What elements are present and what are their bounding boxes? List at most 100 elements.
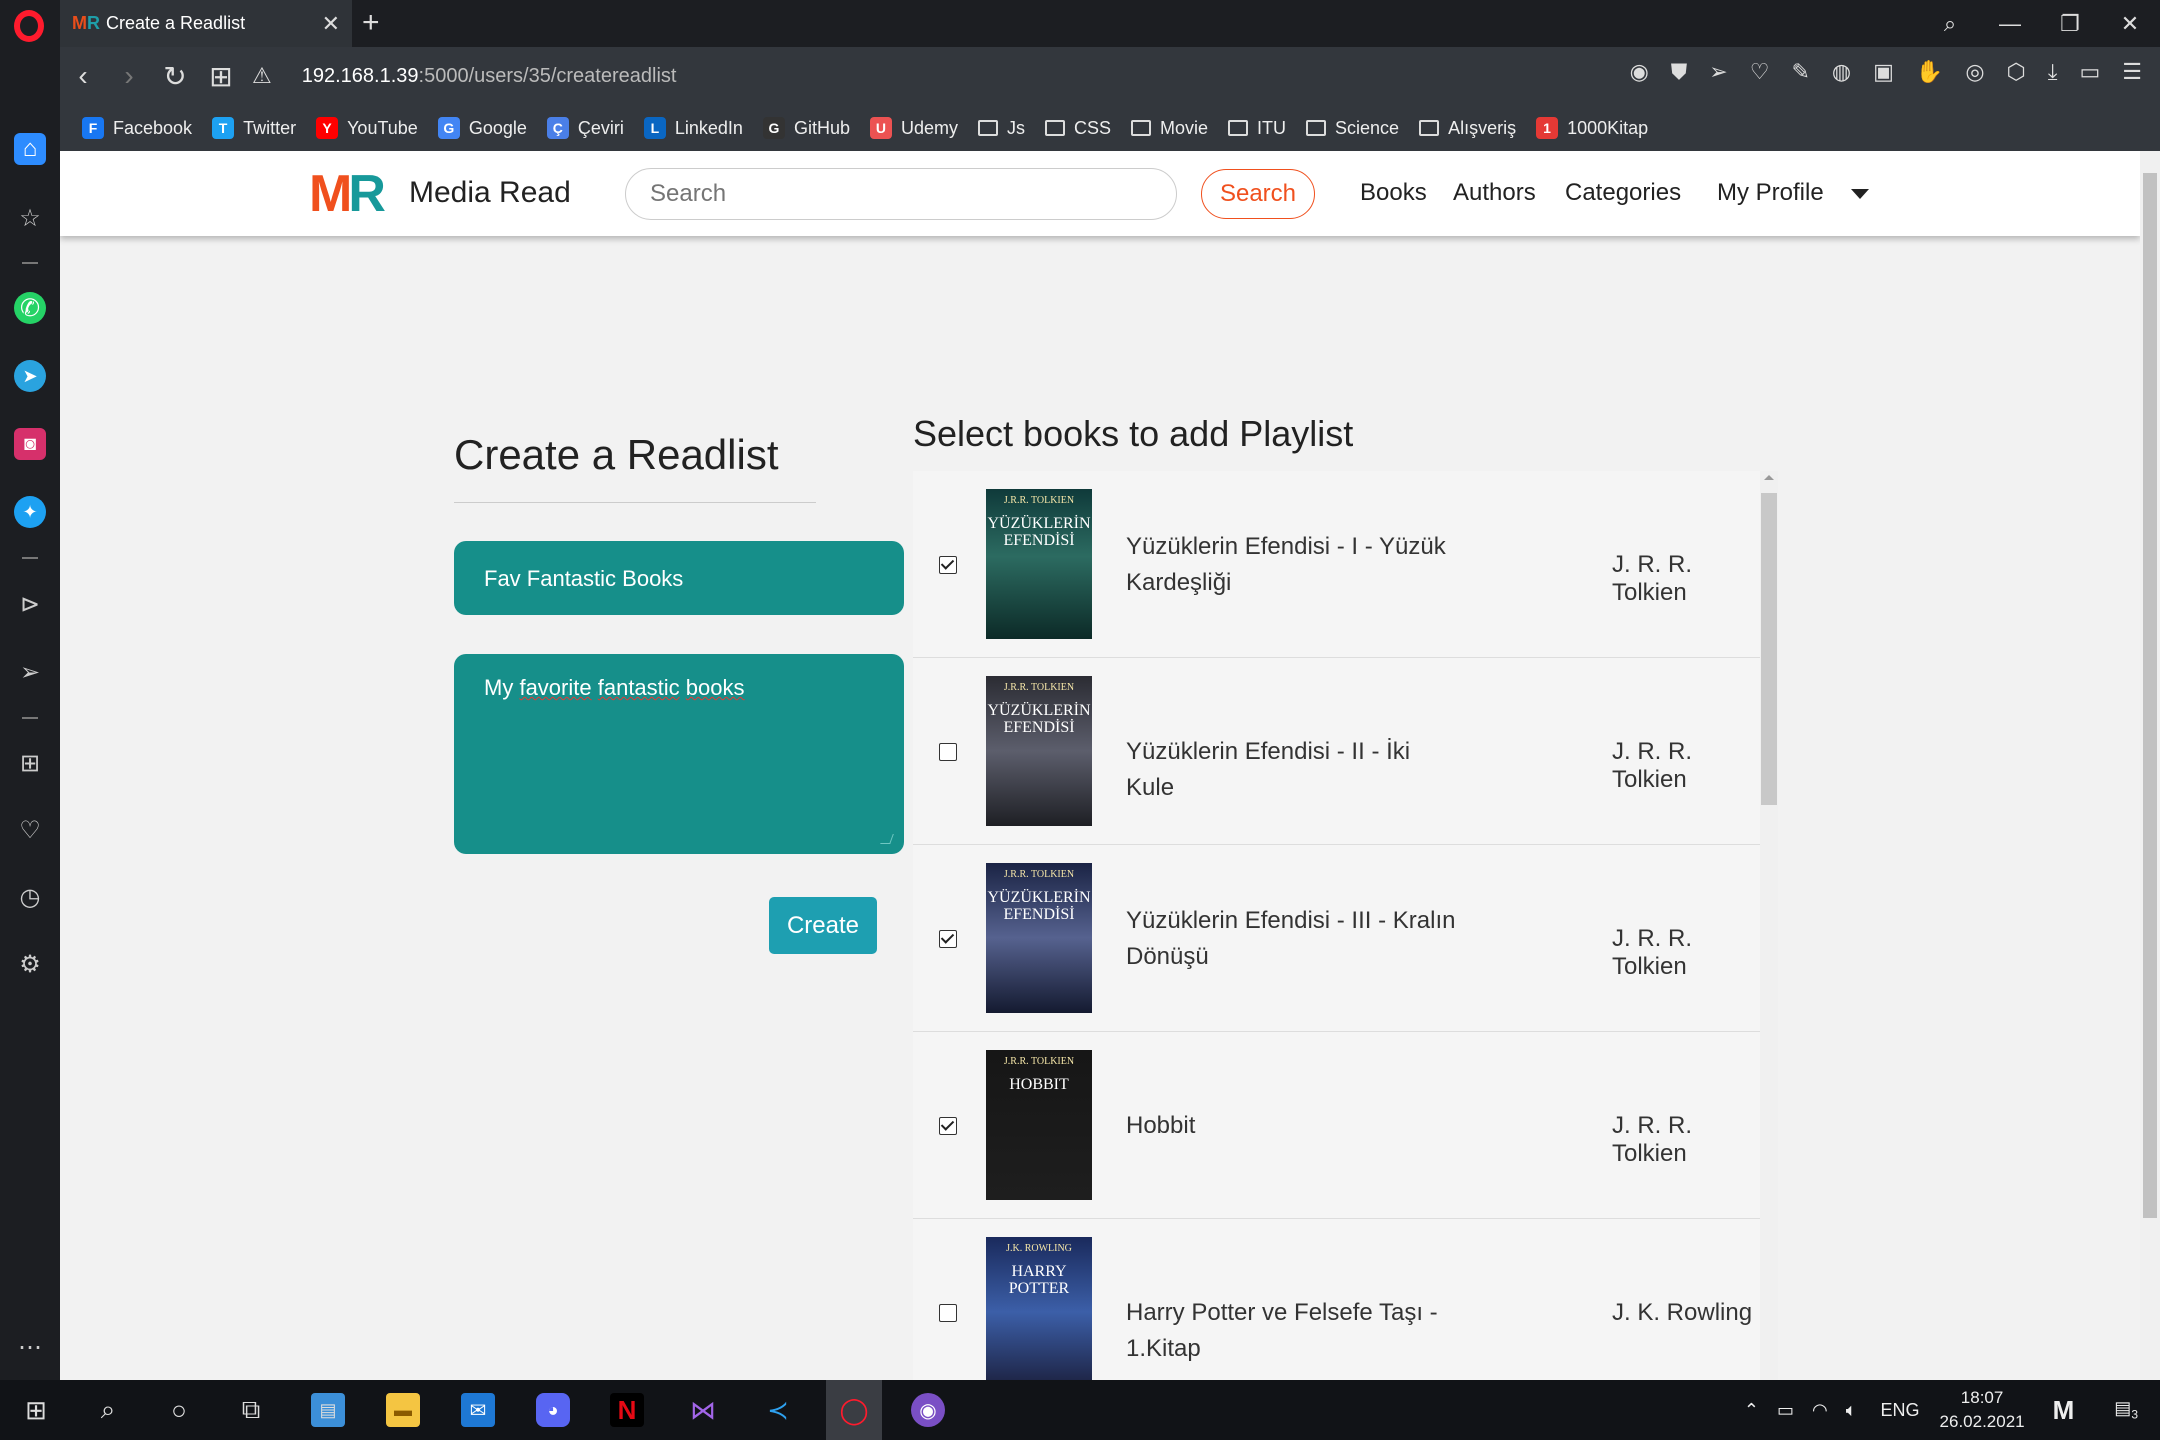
readlist-name-input[interactable]: Fav Fantastic Books (454, 541, 904, 615)
bookmark-item[interactable]: Movie (1131, 118, 1208, 139)
bookmark-item[interactable]: Y YouTube (316, 117, 418, 139)
book-select-checkbox[interactable] (939, 743, 957, 761)
book-select-checkbox[interactable] (939, 556, 957, 574)
nav-link-categories[interactable]: Categories (1565, 179, 1681, 207)
pen-icon[interactable]: ✎ (1791, 59, 1809, 85)
book-row[interactable]: J.K. ROWLING HARRY POTTER Harry Potter ve … (913, 1219, 1761, 1380)
search-input[interactable] (625, 168, 1177, 220)
battery-icon[interactable]: ▭ (1777, 1400, 1794, 1421)
bookmark-item[interactable]: U Udemy (869, 117, 958, 139)
file-explorer-icon[interactable]: ▬ (386, 1393, 420, 1427)
vpn-icon[interactable]: ◎ (1965, 59, 1984, 85)
forward-icon[interactable]: › (106, 60, 152, 92)
volume-icon[interactable]: 🔈︎ (1846, 1400, 1857, 1421)
settings-icon[interactable]: ⚙ (14, 948, 46, 980)
nav-link-books[interactable]: Books (1360, 179, 1427, 207)
book-select-checkbox[interactable] (939, 1304, 957, 1322)
more-icon[interactable]: ⋯ (14, 1331, 46, 1363)
clock[interactable]: 18:07 26.02.2021 (1940, 1386, 2025, 1434)
visual-studio-icon[interactable]: ⋈ (686, 1393, 720, 1427)
bookmark-item[interactable]: G GitHub (762, 117, 850, 139)
record-icon[interactable]: ▣ (1873, 59, 1894, 85)
tab-close-icon[interactable]: ✕ (322, 11, 340, 37)
search-button[interactable]: Search (1201, 169, 1315, 219)
opera-icon[interactable]: ◯ (837, 1393, 871, 1427)
heart-icon[interactable]: ♡ (14, 814, 46, 846)
bookmark-item[interactable]: F Facebook (82, 117, 192, 139)
close-window-icon[interactable]: ✕ (2100, 0, 2160, 47)
opera-menu-icon[interactable] (14, 10, 44, 42)
player-icon[interactable]: ⊳ (14, 588, 46, 620)
book-row[interactable]: J.R.R. TOLKIEN HOBBIT Hobbit J. R. R. Tolki… (913, 1032, 1761, 1219)
star-icon[interactable]: ☆ (14, 202, 46, 234)
site-brand-name[interactable]: Media Read (409, 176, 571, 210)
book-title[interactable]: Hobbit (1126, 1108, 1456, 1144)
book-title[interactable]: Yüzüklerin Efendisi - I - Yüzük Kardeşli… (1126, 529, 1456, 601)
twitter-icon[interactable]: ✦ (14, 496, 46, 528)
tray-expand-icon[interactable]: ⌃ (1744, 1400, 1759, 1421)
back-icon[interactable]: ‹ (60, 60, 106, 92)
minimize-icon[interactable]: — (1980, 0, 2040, 47)
browser-tab-active[interactable]: MR Create a Readlist ✕ (60, 0, 352, 47)
bookmark-item[interactable]: Js (977, 118, 1025, 139)
whatsapp-icon[interactable]: ✆ (14, 292, 46, 324)
language-indicator[interactable]: ENG (1881, 1400, 1920, 1421)
history-icon[interactable]: ◷ (14, 881, 46, 913)
book-select-checkbox[interactable] (939, 1117, 957, 1135)
readlist-description-textarea[interactable]: My favorite fantastic books (454, 654, 904, 854)
medium-icon[interactable]: M (2053, 1395, 2075, 1426)
nav-link-my-profile[interactable]: My Profile (1717, 179, 1824, 207)
site-logo[interactable]: MR (309, 168, 386, 220)
not-secure-warning-icon[interactable]: ⚠ (252, 63, 272, 89)
speed-icon[interactable]: ◍ (1832, 59, 1851, 85)
book-title[interactable]: Yüzüklerin Efendisi - II - İki Kule (1126, 734, 1456, 806)
download-icon[interactable]: ⤓ (2048, 59, 2058, 85)
url-field[interactable]: 192.168.1.39:5000/users/35/createreadlis… (302, 65, 677, 88)
windows-start-icon[interactable]: ⊞ (19, 1393, 53, 1427)
book-author[interactable]: J. R. R. Tolkien (1612, 551, 1761, 607)
book-list-scrollbar[interactable] (1760, 471, 1778, 1380)
nav-link-authors[interactable]: Authors (1453, 179, 1536, 207)
wifi-icon[interactable]: ◠ (1812, 1400, 1828, 1421)
book-author[interactable]: J. K. Rowling (1612, 1299, 1752, 1327)
bookmark-item[interactable]: Alışveriş (1419, 118, 1516, 139)
bookmark-item[interactable]: CSS (1044, 118, 1111, 139)
box-icon[interactable]: ⬡ (2007, 59, 2026, 85)
vscode-icon[interactable]: ≺ (761, 1393, 795, 1427)
book-select-checkbox[interactable] (939, 930, 957, 948)
adblock-icon[interactable]: ✋ (1916, 59, 1943, 85)
scrollbar-thumb[interactable] (1761, 493, 1777, 805)
book-author[interactable]: J. R. R. Tolkien (1612, 925, 1761, 981)
create-button[interactable]: Create (769, 897, 877, 954)
reload-icon[interactable]: ↻ (152, 60, 198, 93)
book-title[interactable]: Harry Potter ve Felsefe Taşı - 1.Kitap (1126, 1295, 1456, 1367)
chevron-down-icon[interactable] (1851, 189, 1869, 199)
search-icon[interactable]: ⌕ (91, 1393, 125, 1427)
bookmark-item[interactable]: Ç Çeviri (546, 117, 624, 139)
mail-icon[interactable]: ✉ (461, 1393, 495, 1427)
book-title[interactable]: Yüzüklerin Efendisi - III - Kralın Dönüş… (1126, 903, 1456, 975)
bookmark-item[interactable]: T Twitter (212, 117, 296, 139)
book-row[interactable]: J.R.R. TOLKIEN YÜZÜKLERİN EFENDİSİ Yüzükle… (913, 471, 1761, 658)
github-desktop-icon[interactable]: ◉ (911, 1393, 945, 1427)
book-author[interactable]: J. R. R. Tolkien (1612, 1112, 1761, 1168)
bookmark-item[interactable]: Science (1306, 118, 1399, 139)
bookmark-item[interactable]: G Google (437, 117, 527, 139)
search-tabs-icon[interactable]: ⌕ (1920, 0, 1980, 47)
notifications-icon[interactable]: ▤3 (2114, 1398, 2138, 1422)
send-icon[interactable]: ➢ (14, 656, 46, 688)
workspaces-icon[interactable]: ⊞ (14, 747, 46, 779)
control-panel-icon[interactable]: ▤ (311, 1393, 345, 1427)
home-icon[interactable]: ⌂ (14, 133, 46, 165)
discord-icon[interactable]: ◕ (536, 1393, 570, 1427)
scroll-up-arrow-icon[interactable] (1764, 475, 1774, 480)
bookmark-item[interactable]: 1 1000Kitap (1536, 117, 1648, 139)
task-view-icon[interactable]: ⧉ (234, 1393, 268, 1427)
page-scrollbar[interactable] (2140, 151, 2160, 1380)
resize-handle-icon[interactable] (880, 834, 894, 844)
telegram-icon[interactable]: ➤ (14, 360, 46, 392)
bookmark-item[interactable]: ITU (1228, 118, 1286, 139)
instagram-icon[interactable]: ◙ (14, 428, 46, 460)
shield-icon[interactable]: ⛊ (1671, 59, 1688, 85)
restore-icon[interactable]: ❐ (2040, 0, 2100, 47)
